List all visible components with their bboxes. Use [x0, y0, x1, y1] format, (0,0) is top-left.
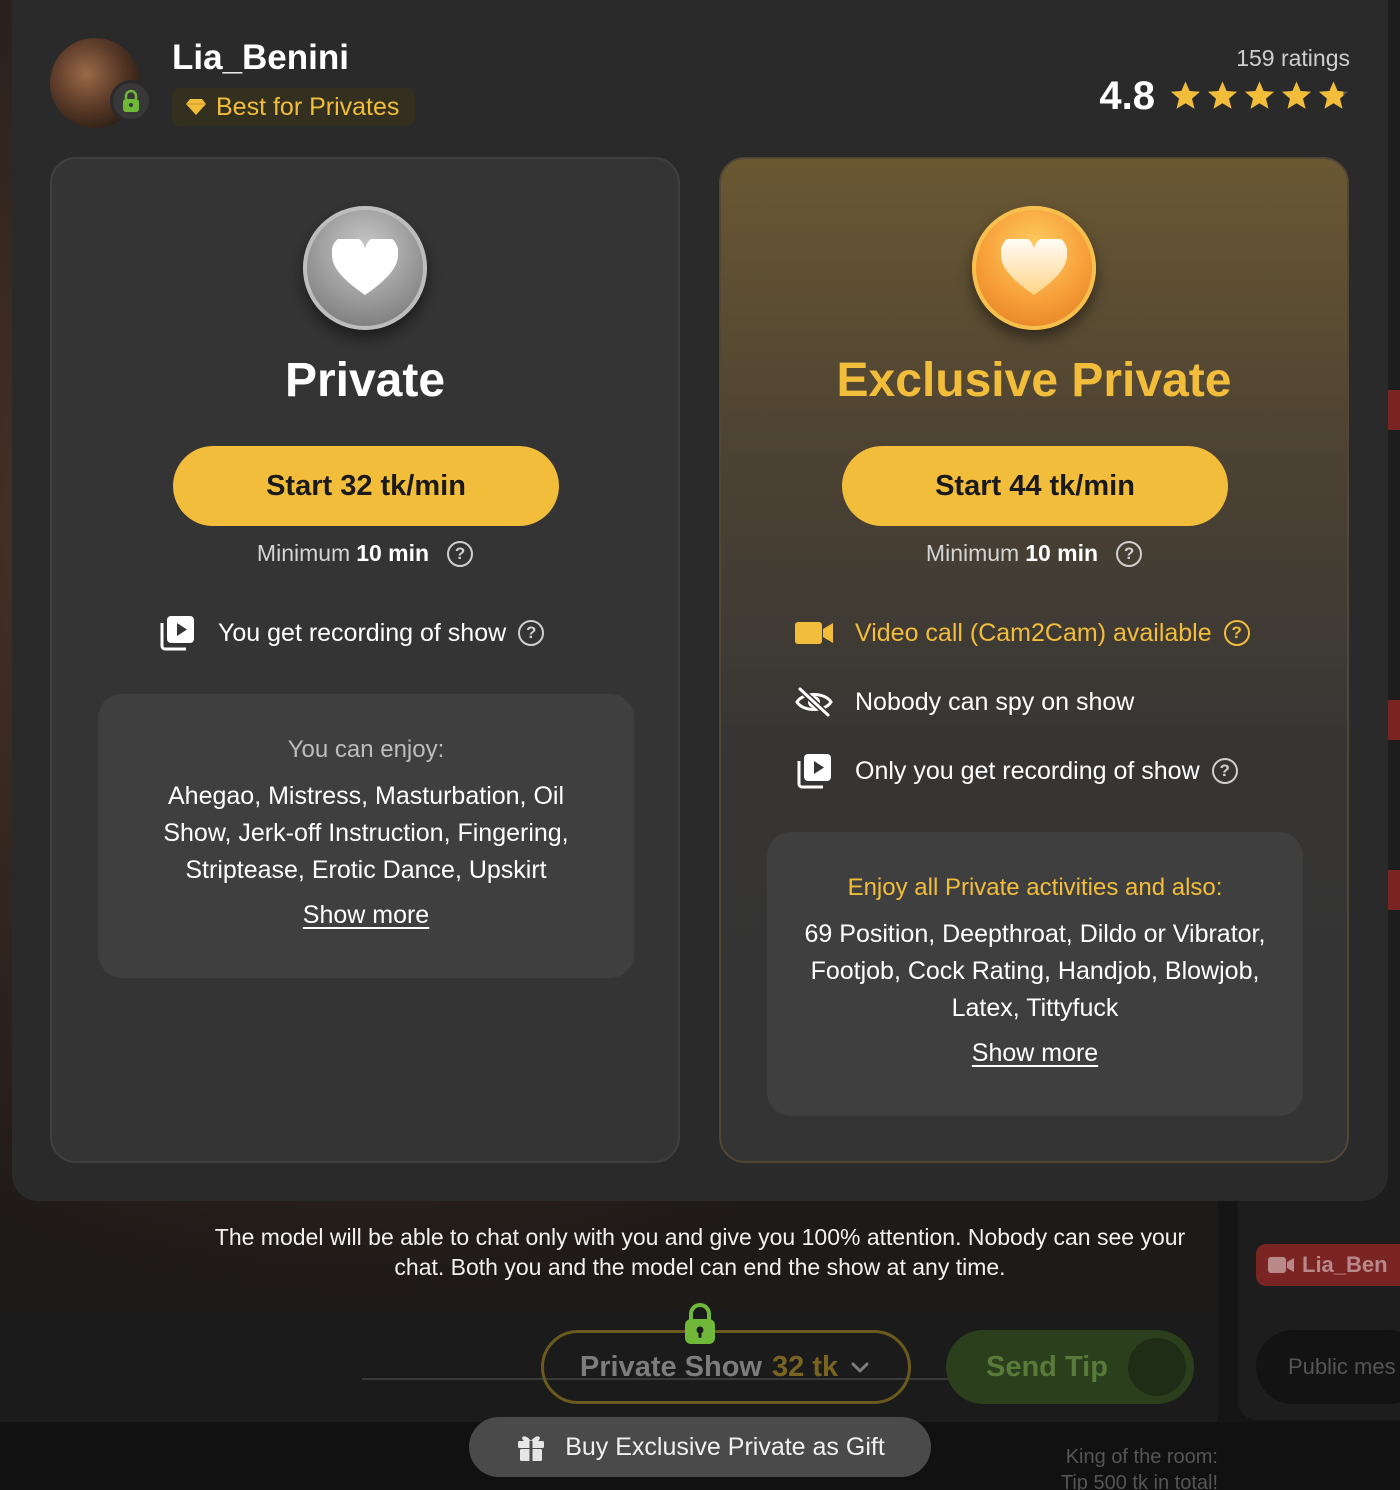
start-exclusive-button[interactable]: Start 44 tk/min	[842, 446, 1228, 526]
start-private-button[interactable]: Start 32 tk/min	[173, 446, 559, 526]
private-card: Private Start 32 tk/min Minimum 10 min ?…	[50, 157, 680, 1163]
king-subtitle: Tip 500 tk in total!	[1060, 1472, 1218, 1490]
minimum-prefix: Minimum	[925, 540, 1020, 566]
help-icon[interactable]: ?	[518, 620, 545, 646]
buy-gift-label: Buy Exclusive Private as Gift	[565, 1432, 885, 1461]
lock-icon	[685, 1303, 715, 1344]
eye-off-icon	[795, 683, 833, 721]
diamond-icon	[186, 99, 206, 115]
exclusive-private-card: Exclusive Private Start 44 tk/min Minimu…	[719, 157, 1349, 1163]
ratings-count: 159 ratings	[1236, 45, 1350, 71]
private-show-label: Private Show	[579, 1350, 762, 1383]
best-for-privates-badge: Best for Privates	[172, 88, 416, 126]
king-title: King of the room:	[1065, 1446, 1218, 1468]
private-show-modal: Lia_Benini Best for Privates 159 ratings…	[12, 0, 1388, 1201]
enjoy-list: Ahegao, Mistress, Masturbation, Oil Show…	[163, 782, 569, 884]
enjoy-list: 69 Position, Deepthroat, Dildo or Vibrat…	[804, 920, 1266, 1022]
feature-video-call: Video call (Cam2Cam) available ?	[795, 614, 1250, 652]
chat-highlight	[1386, 870, 1400, 910]
recording-icon	[158, 614, 196, 652]
minimum-value: 10 min	[356, 540, 430, 566]
enjoy-box: You can enjoy: Ahegao, Mistress, Masturb…	[98, 694, 634, 978]
send-tip-button[interactable]: Send Tip	[946, 1330, 1194, 1404]
exclusive-title: Exclusive Private	[836, 354, 1232, 407]
chat-highlight	[1386, 700, 1400, 740]
feature-recording: You get recording of show ?	[158, 614, 545, 652]
video-camera-icon	[795, 614, 833, 652]
minimum-value: 10 min	[1025, 540, 1099, 566]
heart-icon	[303, 206, 427, 330]
model-name: Lia_Benini	[172, 38, 349, 77]
feature-label: Only you get recording of show	[855, 756, 1200, 785]
buy-gift-button[interactable]: Buy Exclusive Private as Gift	[469, 1417, 931, 1477]
star-icon	[1171, 81, 1200, 109]
chat-username: Lia_Ben	[1302, 1252, 1388, 1277]
tip-menu-icon[interactable]	[1128, 1338, 1186, 1396]
video-camera-icon	[1268, 1257, 1294, 1273]
show-more-link[interactable]: Show more	[972, 1039, 1098, 1068]
rating: 4.8	[1099, 74, 1350, 119]
rating-value: 4.8	[1099, 74, 1155, 118]
star-icon	[1208, 81, 1237, 109]
private-show-price: 32 tk	[772, 1350, 839, 1383]
heart-icon	[972, 206, 1096, 330]
rating-stars	[1169, 80, 1350, 113]
help-icon[interactable]: ?	[1211, 758, 1238, 784]
feature-no-spy: Nobody can spy on show	[795, 683, 1134, 721]
badge-label: Best for Privates	[216, 92, 400, 121]
gift-icon	[518, 1436, 545, 1461]
show-more-link[interactable]: Show more	[303, 901, 429, 930]
feature-label: You get recording of show	[218, 618, 507, 647]
recording-icon	[795, 752, 833, 790]
enjoy-title: Enjoy all Private activities and also:	[847, 874, 1223, 901]
minimum-duration: Minimum 10 min ?	[52, 540, 678, 567]
feature-label: Nobody can spy on show	[855, 687, 1135, 716]
send-tip-label: Send Tip	[986, 1350, 1108, 1383]
star-icon	[1245, 81, 1274, 109]
private-show-dropdown[interactable]: Private Show 32 tk	[541, 1330, 911, 1404]
chevron-down-icon	[851, 1362, 869, 1373]
chat-highlight	[1386, 390, 1400, 430]
feature-label: Video call (Cam2Cam) available	[855, 618, 1212, 647]
enjoy-box: Enjoy all Private activities and also: 6…	[767, 832, 1303, 1116]
star-icon	[1282, 81, 1311, 109]
minimum-prefix: Minimum	[256, 540, 351, 566]
help-icon[interactable]: ?	[447, 540, 474, 567]
chat-username-chip: Lia_Ben	[1256, 1244, 1400, 1286]
minimum-duration: Minimum 10 min ?	[721, 540, 1347, 567]
feature-recording: Only you get recording of show ?	[795, 752, 1238, 790]
help-icon[interactable]: ?	[1116, 540, 1143, 567]
lock-icon	[110, 80, 152, 122]
private-title: Private	[284, 354, 446, 407]
public-message-input[interactable]: Public mes	[1256, 1330, 1400, 1404]
help-icon[interactable]: ?	[1223, 620, 1250, 646]
king-of-room-text: King of the room: Tip 500 tk in total!	[1000, 1444, 1218, 1490]
private-explanation-text: The model will be able to chat only with…	[214, 1224, 1186, 1280]
star-icon	[1319, 81, 1348, 109]
enjoy-title: You can enjoy:	[287, 736, 445, 763]
